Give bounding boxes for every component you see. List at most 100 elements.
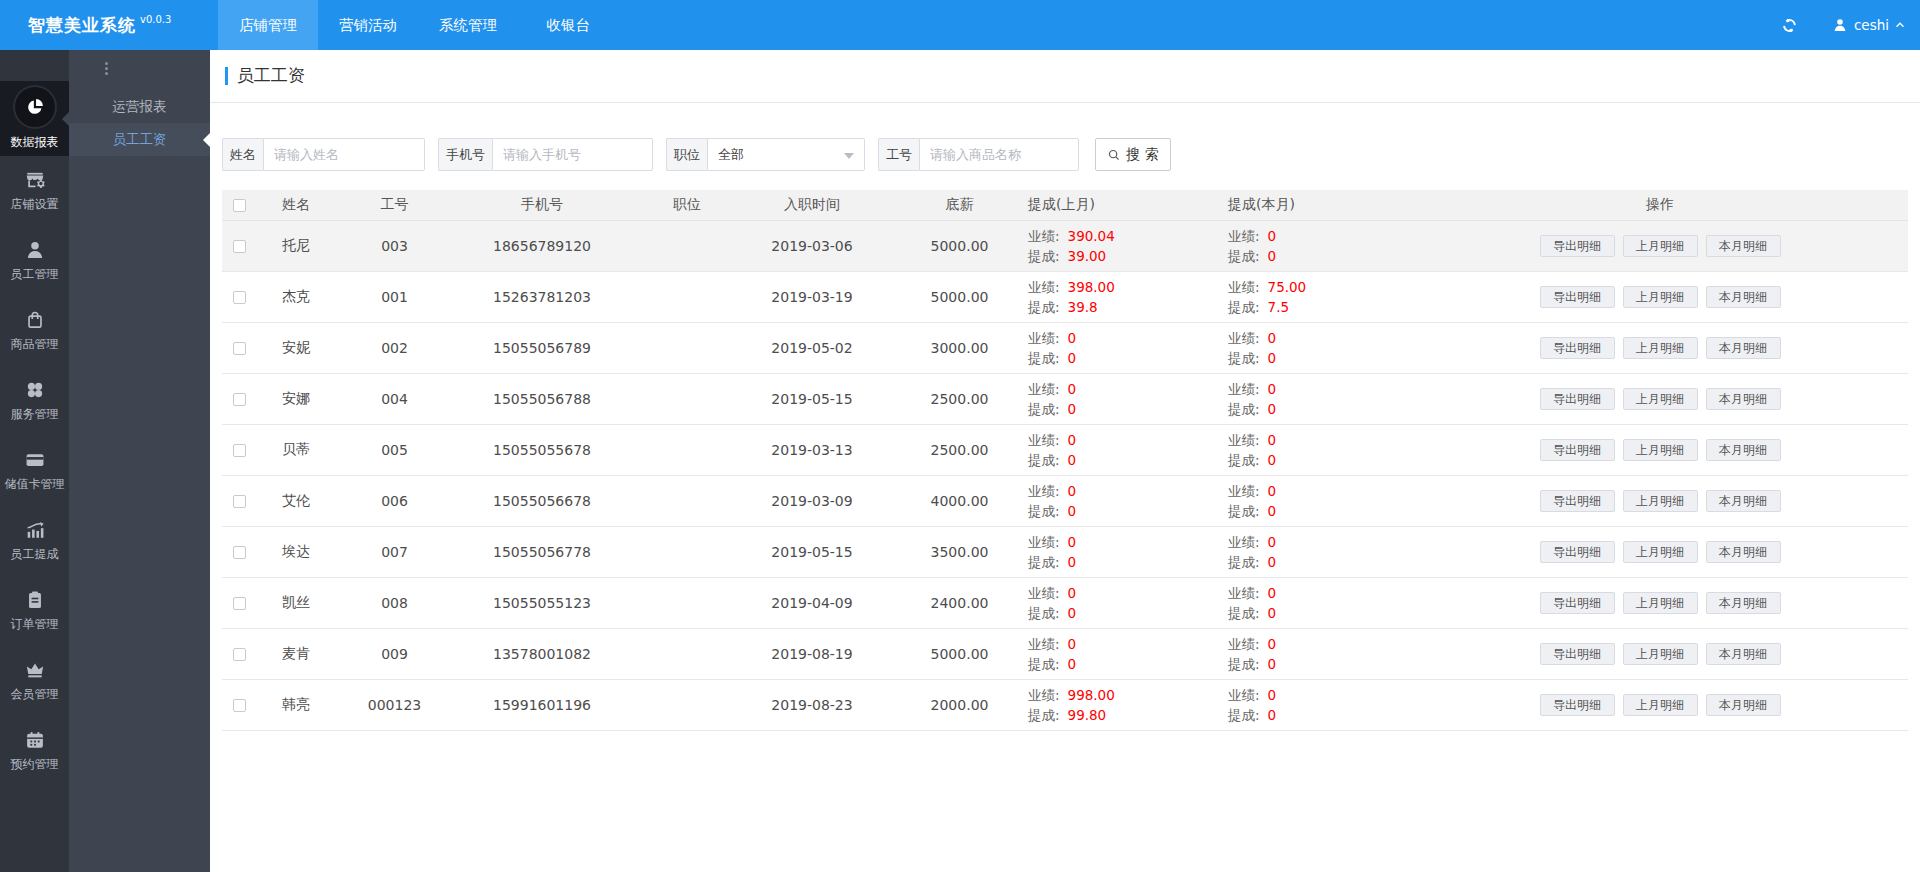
action-button-2[interactable]: 上月明细 xyxy=(1623,337,1698,359)
perf-value: 0 xyxy=(1268,585,1277,601)
sidebar-item-7[interactable]: 员工提成 xyxy=(0,506,69,576)
comm-label: 提成: xyxy=(1028,248,1060,264)
action-button-3[interactable]: 本月明细 xyxy=(1706,592,1781,614)
action-button-2[interactable]: 上月明细 xyxy=(1623,694,1698,716)
row-checkbox[interactable] xyxy=(233,342,246,355)
cell-commission-last: 业绩:0提成:0 xyxy=(1012,373,1212,424)
nav-tab-2[interactable]: 营销活动 xyxy=(318,0,418,50)
cell-commission-current: 业绩:75.00提成:7.5 xyxy=(1212,271,1412,322)
comm-value: 0 xyxy=(1268,707,1277,723)
action-button-2[interactable]: 上月明细 xyxy=(1623,388,1698,410)
action-button-1[interactable]: 导出明细 xyxy=(1540,439,1615,461)
menu-dots-icon[interactable] xyxy=(105,62,108,77)
nav-tab-1[interactable]: 店铺管理 xyxy=(218,0,318,50)
row-checkbox[interactable] xyxy=(233,648,246,661)
row-checkbox[interactable] xyxy=(233,495,246,508)
code-input[interactable] xyxy=(919,138,1079,171)
position-select[interactable]: 全部 xyxy=(707,138,865,171)
row-checkbox[interactable] xyxy=(233,597,246,610)
sidebar-item-9[interactable]: 会员管理 xyxy=(0,646,69,716)
search-button[interactable]: 搜 索 xyxy=(1095,138,1171,171)
action-button-2[interactable]: 上月明细 xyxy=(1623,541,1698,563)
action-button-1[interactable]: 导出明细 xyxy=(1540,235,1615,257)
action-button-3[interactable]: 本月明细 xyxy=(1706,235,1781,257)
nav-tab-4[interactable]: 收银台 xyxy=(518,0,618,50)
sidebar-item-5[interactable]: 服务管理 xyxy=(0,366,69,436)
action-button-2[interactable]: 上月明细 xyxy=(1623,490,1698,512)
sidebar-item-4[interactable]: 商品管理 xyxy=(0,296,69,366)
column-header-2: 工号 xyxy=(362,190,427,220)
sidebar-item-1[interactable]: 数据报表 xyxy=(0,81,69,156)
action-button-3[interactable]: 本月明细 xyxy=(1706,694,1781,716)
name-input[interactable] xyxy=(263,138,425,171)
action-button-1[interactable]: 导出明细 xyxy=(1540,490,1615,512)
action-button-3[interactable]: 本月明细 xyxy=(1706,643,1781,665)
action-button-3[interactable]: 本月明细 xyxy=(1706,439,1781,461)
action-button-2[interactable]: 上月明细 xyxy=(1623,592,1698,614)
cell-hire-date: 2019-04-09 xyxy=(717,577,907,628)
sidebar-item-10[interactable]: 预约管理 xyxy=(0,716,69,786)
employee-table: 姓名工号手机号职位入职时间底薪提成(上月)提成(本月)操作 托尼00318656… xyxy=(222,190,1908,731)
action-button-2[interactable]: 上月明细 xyxy=(1623,235,1698,257)
page-title: 员工工资 xyxy=(237,64,305,87)
row-checkbox[interactable] xyxy=(233,393,246,406)
cell-position xyxy=(657,526,717,577)
row-checkbox[interactable] xyxy=(233,240,246,253)
perf-label: 业绩: xyxy=(1228,534,1260,550)
sidebar-item-8[interactable]: 订单管理 xyxy=(0,576,69,646)
cell-salary: 3500.00 xyxy=(907,526,1012,577)
comm-label: 提成: xyxy=(1028,707,1060,723)
row-checkbox-cell xyxy=(222,373,262,424)
perf-label: 业绩: xyxy=(1028,381,1060,397)
refresh-button[interactable] xyxy=(1781,17,1798,34)
cell-actions: 导出明细上月明细本月明细 xyxy=(1412,679,1908,730)
main-content: 员工工资 姓名 手机号 职位 全部 工号 xyxy=(210,50,1920,872)
cell-name: 凯丝 xyxy=(262,577,362,628)
action-button-2[interactable]: 上月明细 xyxy=(1623,643,1698,665)
cell-phone: 15055056778 xyxy=(427,526,657,577)
action-button-1[interactable]: 导出明细 xyxy=(1540,694,1615,716)
comm-value: 0 xyxy=(1068,350,1077,366)
cell-name: 安妮 xyxy=(262,322,362,373)
row-checkbox[interactable] xyxy=(233,444,246,457)
phone-input[interactable] xyxy=(492,138,653,171)
submenu-item-1[interactable]: 运营报表 xyxy=(69,90,210,123)
sidebar-item-2[interactable]: 店铺设置 xyxy=(0,156,69,226)
user-menu[interactable]: ceshi xyxy=(1832,17,1906,33)
action-button-2[interactable]: 上月明细 xyxy=(1623,439,1698,461)
filter-name: 姓名 xyxy=(222,138,425,171)
cell-commission-last: 业绩:0提成:0 xyxy=(1012,577,1212,628)
action-button-1[interactable]: 导出明细 xyxy=(1540,592,1615,614)
sidebar-item-6[interactable]: 储值卡管理 xyxy=(0,436,69,506)
action-button-3[interactable]: 本月明细 xyxy=(1706,541,1781,563)
perf-label: 业绩: xyxy=(1228,279,1260,295)
perf-value: 0 xyxy=(1068,534,1077,550)
comm-value: 0 xyxy=(1068,554,1077,570)
comm-label: 提成: xyxy=(1228,503,1260,519)
topbar-right: ceshi xyxy=(1781,0,1920,50)
nav-tab-3[interactable]: 系统管理 xyxy=(418,0,518,50)
row-checkbox[interactable] xyxy=(233,291,246,304)
action-button-1[interactable]: 导出明细 xyxy=(1540,286,1615,308)
sidebar-item-3[interactable]: 员工管理 xyxy=(0,226,69,296)
sidebar-item-label: 商品管理 xyxy=(11,336,59,353)
action-button-1[interactable]: 导出明细 xyxy=(1540,541,1615,563)
action-button-3[interactable]: 本月明细 xyxy=(1706,388,1781,410)
action-button-2[interactable]: 上月明细 xyxy=(1623,286,1698,308)
comm-label: 提成: xyxy=(1028,656,1060,672)
action-button-3[interactable]: 本月明细 xyxy=(1706,337,1781,359)
action-button-1[interactable]: 导出明细 xyxy=(1540,388,1615,410)
cell-actions: 导出明细上月明细本月明细 xyxy=(1412,322,1908,373)
perf-value: 390.04 xyxy=(1068,228,1115,244)
action-button-1[interactable]: 导出明细 xyxy=(1540,337,1615,359)
cell-commission-last: 业绩:0提成:0 xyxy=(1012,322,1212,373)
comm-label: 提成: xyxy=(1028,605,1060,621)
submenu-item-2[interactable]: 员工工资 xyxy=(69,123,210,156)
row-checkbox[interactable] xyxy=(233,699,246,712)
cell-commission-last: 业绩:0提成:0 xyxy=(1012,475,1212,526)
select-all-checkbox[interactable] xyxy=(233,199,246,212)
action-button-1[interactable]: 导出明细 xyxy=(1540,643,1615,665)
row-checkbox[interactable] xyxy=(233,546,246,559)
action-button-3[interactable]: 本月明细 xyxy=(1706,490,1781,512)
action-button-3[interactable]: 本月明细 xyxy=(1706,286,1781,308)
